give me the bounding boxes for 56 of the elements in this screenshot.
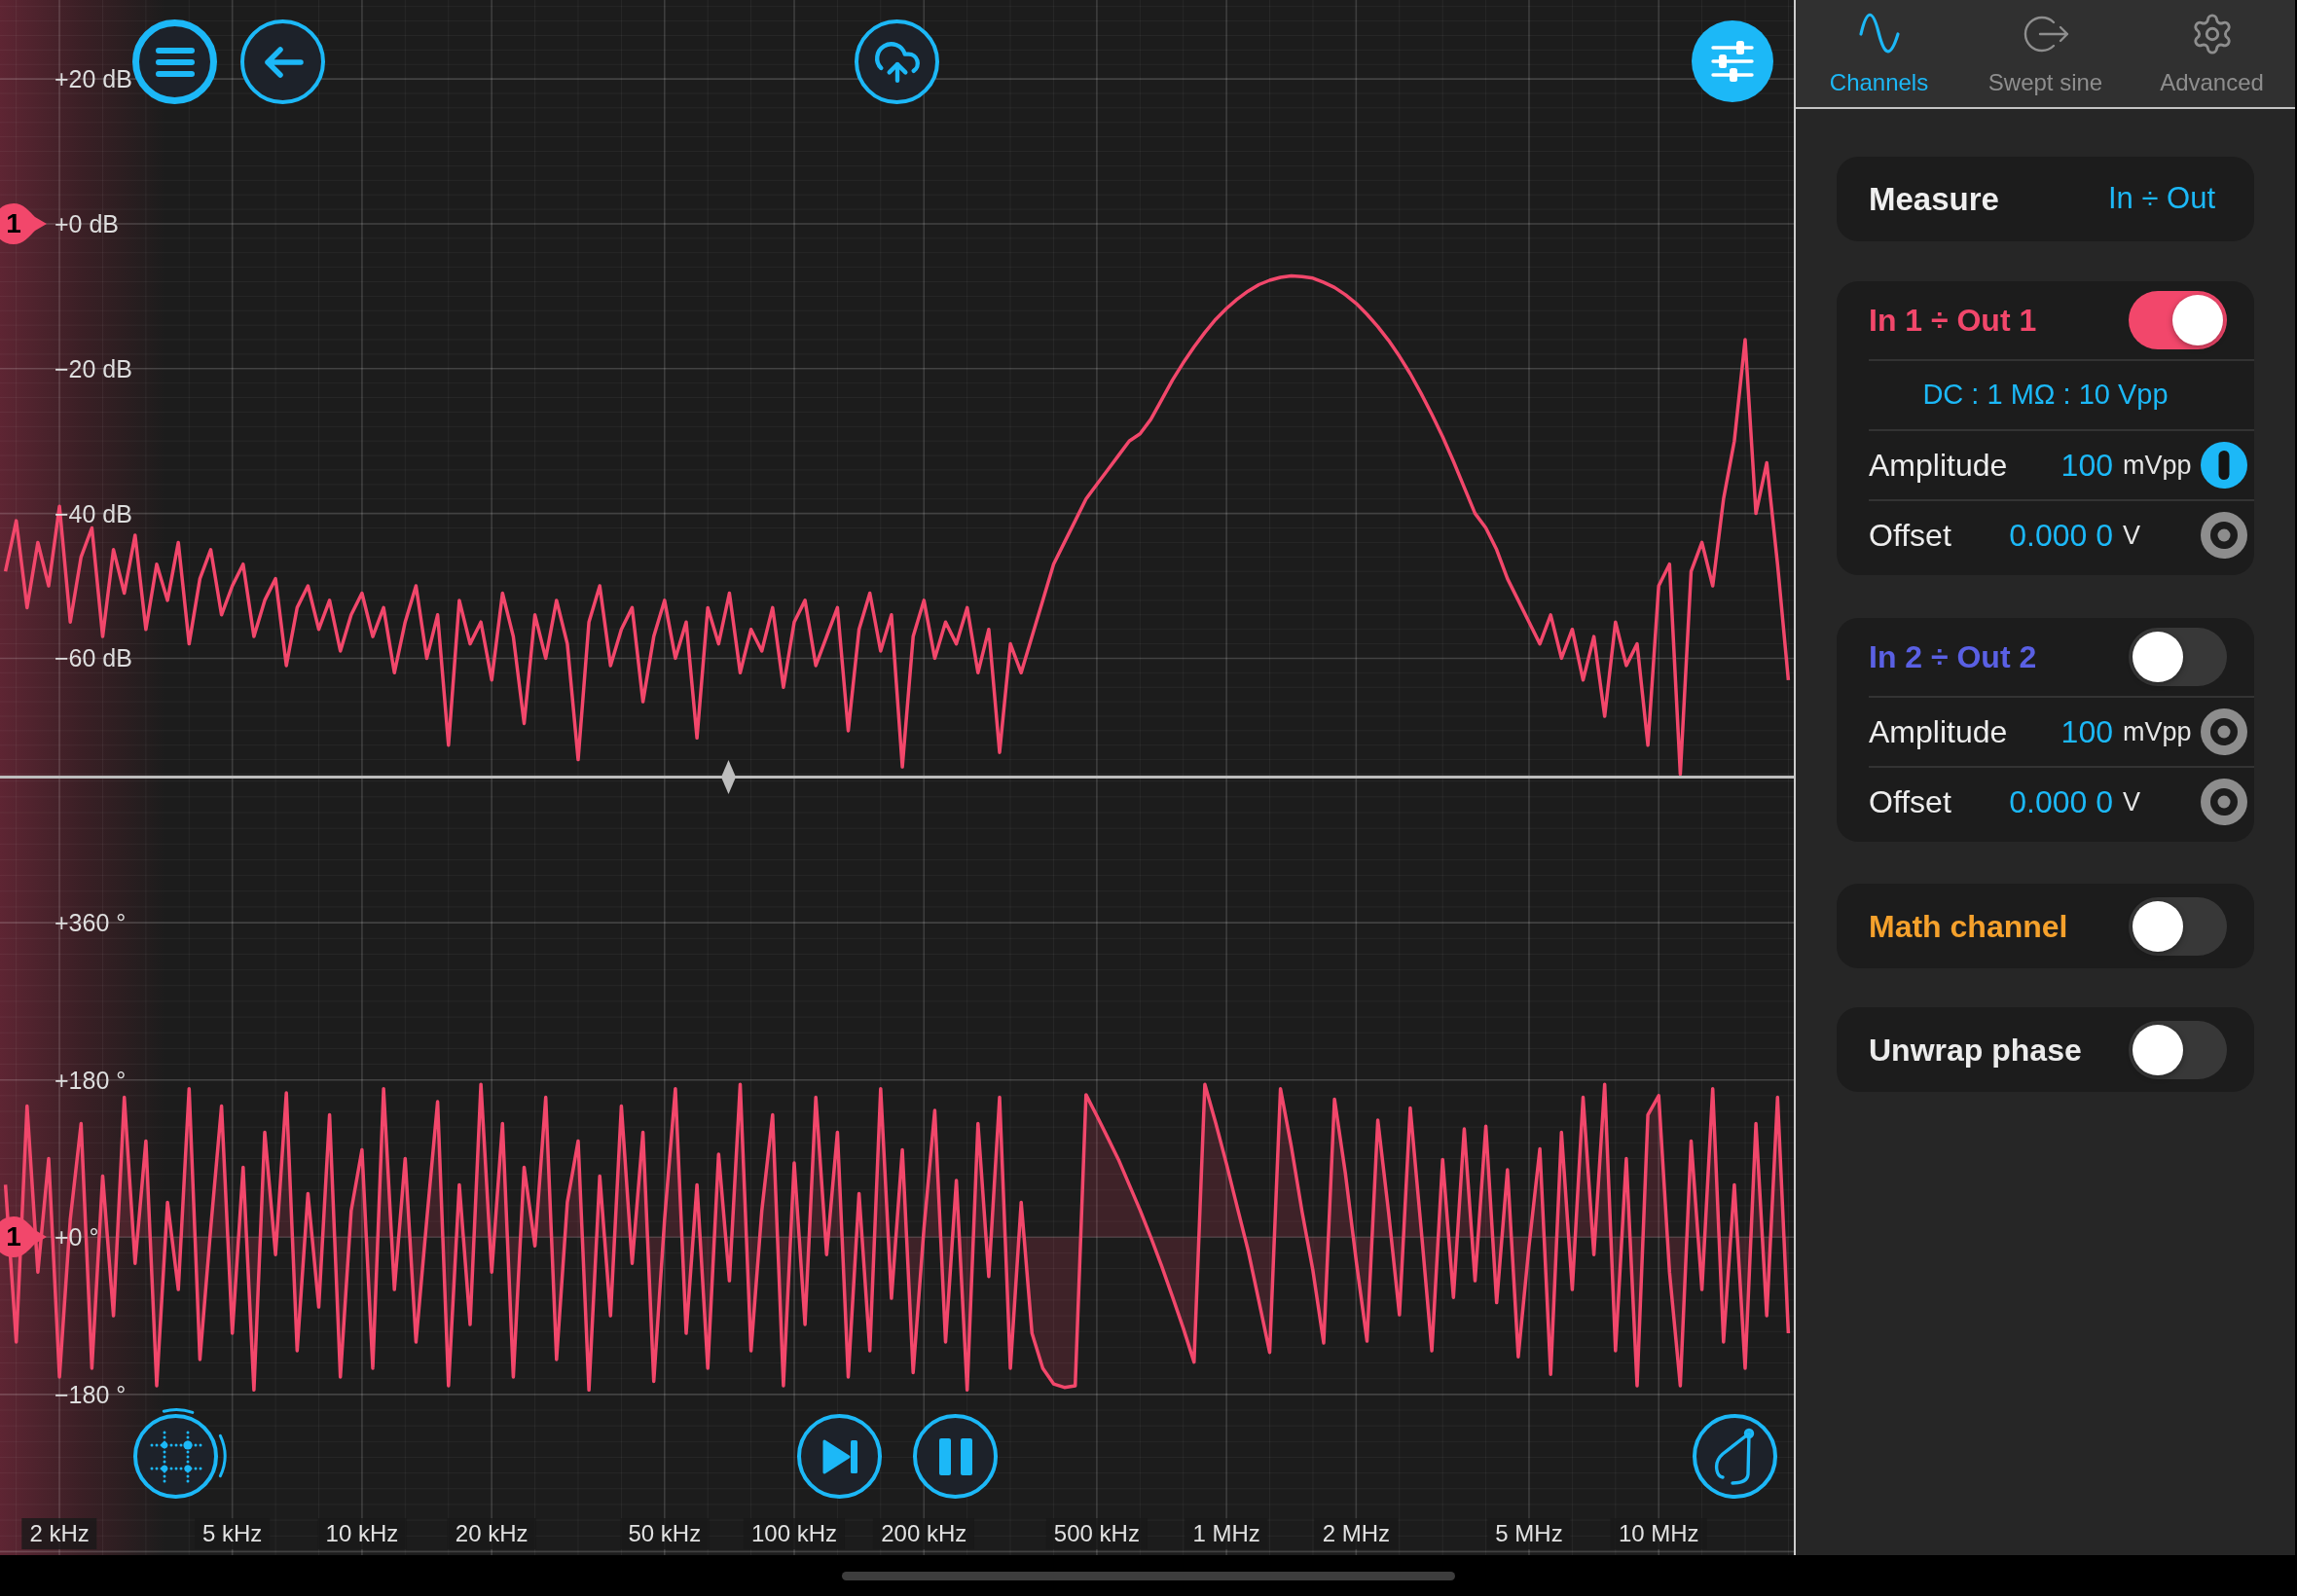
panel-tab[interactable]: Channels [1796,0,1962,107]
coupling-setting[interactable]: DC : 1 MΩ : 10 Vpp [1922,374,2169,417]
axis-label: +20 dB [55,64,132,94]
toggle-label: Math channel [1869,907,2068,946]
unit-label: V [2123,786,2140,816]
measure-label: Measure [1869,179,1999,219]
sliders-icon [1708,40,1757,83]
axis-label: 50 kHz [620,1518,710,1549]
channel-title: In 2 ÷ Out 2 [1869,638,2037,676]
row-label: Amplitude [1869,447,2008,485]
grid-icon [149,1430,202,1483]
row-value[interactable]: 100 [2060,708,2113,755]
axis-label: −20 dB [55,353,132,383]
row-label: Offset [1869,517,1951,555]
axis-label: +360 ° [55,908,127,938]
panel-tab[interactable]: Swept sine [1962,0,2129,107]
row-value[interactable]: 100 [2060,442,2113,489]
knob-icon[interactable] [2201,442,2247,489]
measure-value[interactable]: In ÷ Out [2107,176,2215,222]
axis-label: +180 ° [55,1065,127,1095]
knob-icon[interactable] [2201,779,2247,825]
knob-icon[interactable] [2201,708,2247,755]
axis-label: 500 kHz [1045,1518,1148,1549]
axis-label: 10 kHz [317,1518,407,1549]
toggle-switch[interactable] [2129,291,2227,349]
row-value[interactable]: 0.000 0 [2009,512,2113,559]
panel-tab[interactable]: Advanced [2129,0,2295,107]
axis-label: 5 kHz [195,1518,271,1549]
step-forward-button[interactable] [797,1414,882,1499]
menu-icon [154,45,196,79]
axis-label: −180 ° [55,1379,127,1409]
unit-label: V [2123,520,2140,550]
axis-label: 2 kHz [21,1518,97,1549]
axis-label: −60 dB [55,643,132,673]
row-label: Offset [1869,783,1951,821]
axis-label: 2 MHz [1314,1518,1398,1549]
arc-icon [217,1433,227,1478]
unit-label: mVpp [2123,450,2192,480]
toggle-label: Unwrap phase [1869,1031,2082,1070]
axis-label: 200 kHz [873,1518,975,1549]
pause-icon [938,1437,972,1475]
row-value[interactable]: 0.000 0 [2009,779,2113,825]
channel-marker[interactable]: 1 [0,1216,47,1258]
knob-icon[interactable] [2201,512,2247,559]
splitter-handle[interactable] [721,760,736,794]
channel-title: In 1 ÷ Out 1 [1869,302,2037,340]
axis-label: 20 kHz [447,1518,536,1549]
row-label: Amplitude [1869,713,2008,751]
axis-label: 10 MHz [1610,1518,1707,1549]
axis-label: 1 MHz [1185,1518,1268,1549]
unit-label: mVpp [2123,716,2192,746]
axis-label: 100 kHz [744,1518,846,1549]
channel-marker[interactable]: 1 [0,202,47,244]
arc-icon [162,1406,195,1414]
axis-label: 5 MHz [1487,1518,1571,1549]
axis-label: +0 dB [55,208,120,238]
